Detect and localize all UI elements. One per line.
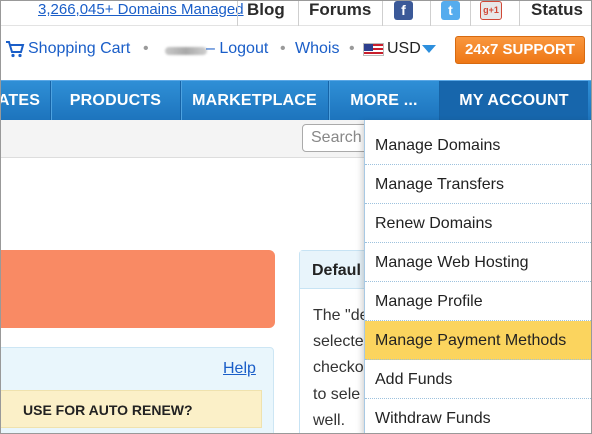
menu-item-manage-web-hosting[interactable]: Manage Web Hosting [365,243,592,282]
panel-text-line: selecte [313,333,364,350]
nav-item-more[interactable]: MORE ... [329,81,439,121]
twitter-icon[interactable]: t [441,1,460,20]
currency-selector[interactable]: USD [387,40,421,58]
panel-title: Defaul [312,262,361,279]
logout-link[interactable]: – Logout [206,40,268,58]
separator-dot: • [143,40,149,57]
blog-link[interactable]: Blog [247,0,285,20]
menu-item-withdraw-funds[interactable]: Withdraw Funds [365,399,592,434]
whois-link[interactable]: Whois [295,40,339,58]
panel-text-line: The "de [313,307,369,324]
divider [237,0,238,26]
nav-item-products[interactable]: PRODUCTS [51,81,180,121]
menu-item-renew-domains[interactable]: Renew Domains [365,204,592,243]
help-link[interactable]: Help [223,360,256,378]
divider [470,0,471,26]
shopping-cart-icon[interactable] [5,40,25,58]
shopping-cart-link[interactable]: Shopping Cart [28,40,130,58]
auto-renew-header: USE FOR AUTO RENEW? [0,390,262,428]
divider [382,0,383,26]
account-bar: Shopping Cart • – Logout • Whois • USD 2… [0,30,592,72]
blurred-username [165,47,207,55]
separator-dot: • [280,40,286,57]
auto-renew-label: USE FOR AUTO RENEW? [23,402,193,418]
menu-item-manage-transfers[interactable]: Manage Transfers [365,165,592,204]
menu-item-manage-profile[interactable]: Manage Profile [365,282,592,321]
main-nav: ATES PRODUCTS MARKETPLACE MORE ... MY AC… [0,80,592,121]
chevron-down-icon[interactable] [422,45,436,53]
separator-dot: • [349,40,355,57]
divider [430,0,431,26]
facebook-icon[interactable]: f [394,1,413,20]
domains-managed-link[interactable]: 3,266,045+ Domains Managed [38,1,244,18]
menu-item-manage-payment-methods[interactable]: Manage Payment Methods [365,321,592,360]
menu-item-add-funds[interactable]: Add Funds [365,360,592,399]
alert-panel [0,250,275,328]
divider [519,0,520,26]
status-link[interactable]: Status [531,0,583,20]
nav-item-marketplace[interactable]: MARKETPLACE [181,81,328,121]
panel-text-line: checko [313,359,364,376]
top-utility-bar: 3,266,045+ Domains Managed Blog Forums f… [0,0,592,26]
nav-item-templates[interactable]: ATES [0,81,46,121]
panel-text-line: well. [313,412,346,429]
my-account-dropdown: Manage Domains Manage Transfers Renew Do… [364,120,592,434]
forums-link[interactable]: Forums [309,0,371,20]
nav-item-my-account[interactable]: MY ACCOUNT [440,81,588,121]
support-button[interactable]: 24x7 SUPPORT [455,36,585,64]
panel-text-line: to sele [313,386,361,403]
google-plus-icon[interactable]: g+1 [480,1,502,20]
us-flag-icon[interactable] [363,43,384,56]
menu-item-manage-domains[interactable]: Manage Domains [365,126,592,165]
divider [298,0,299,26]
